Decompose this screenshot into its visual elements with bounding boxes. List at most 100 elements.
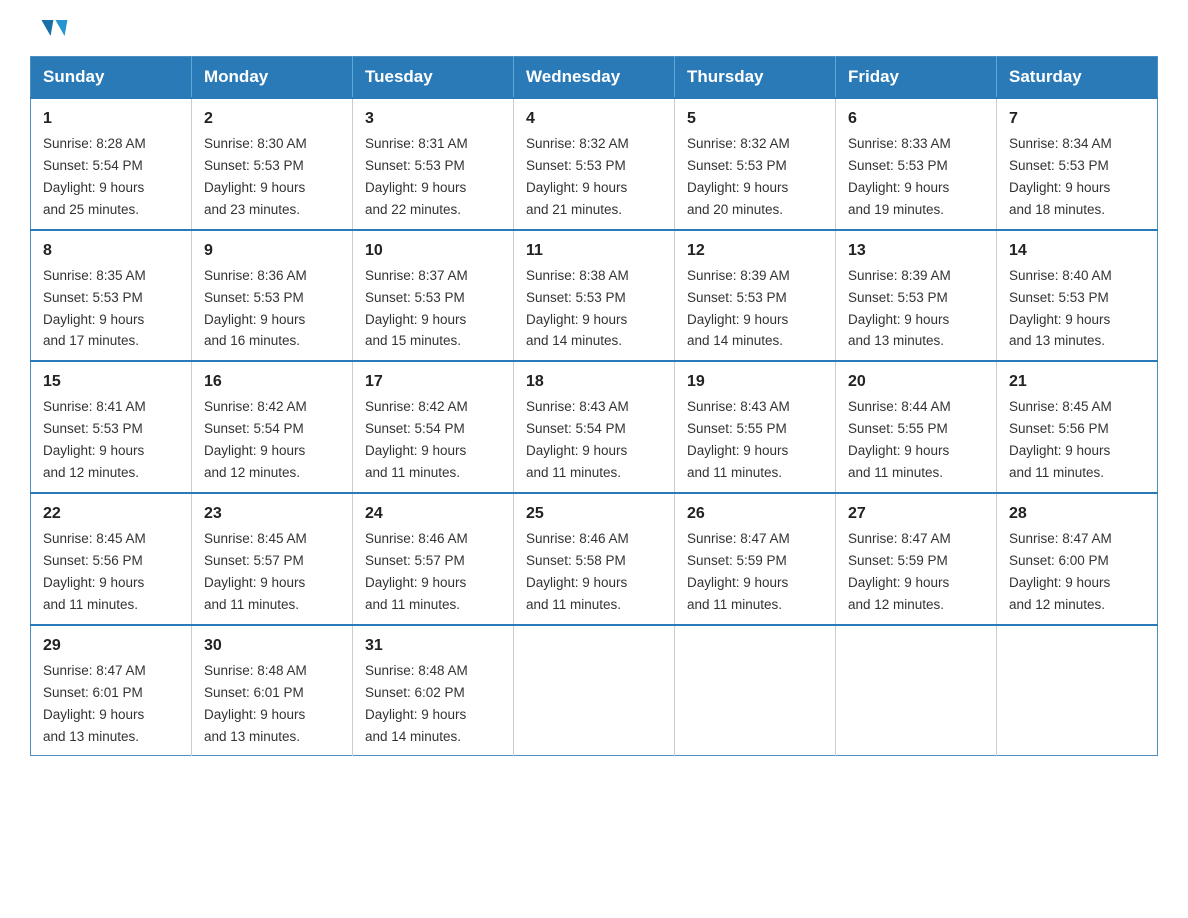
day-cell: 7 Sunrise: 8:34 AMSunset: 5:53 PMDayligh… [997,98,1158,230]
day-number: 22 [43,502,179,526]
day-cell [514,625,675,756]
day-info: Sunrise: 8:38 AMSunset: 5:53 PMDaylight:… [526,268,629,349]
week-row-4: 22 Sunrise: 8:45 AMSunset: 5:56 PMDaylig… [31,493,1158,625]
day-cell: 25 Sunrise: 8:46 AMSunset: 5:58 PMDaylig… [514,493,675,625]
weekday-header-thursday: Thursday [675,57,836,99]
day-cell [675,625,836,756]
day-cell: 12 Sunrise: 8:39 AMSunset: 5:53 PMDaylig… [675,230,836,362]
day-cell: 22 Sunrise: 8:45 AMSunset: 5:56 PMDaylig… [31,493,192,625]
day-cell: 30 Sunrise: 8:48 AMSunset: 6:01 PMDaylig… [192,625,353,756]
day-info: Sunrise: 8:37 AMSunset: 5:53 PMDaylight:… [365,268,468,349]
day-number: 24 [365,502,501,526]
day-info: Sunrise: 8:46 AMSunset: 5:57 PMDaylight:… [365,531,468,612]
day-cell: 8 Sunrise: 8:35 AMSunset: 5:53 PMDayligh… [31,230,192,362]
day-cell: 3 Sunrise: 8:31 AMSunset: 5:53 PMDayligh… [353,98,514,230]
day-info: Sunrise: 8:36 AMSunset: 5:53 PMDaylight:… [204,268,307,349]
day-cell: 26 Sunrise: 8:47 AMSunset: 5:59 PMDaylig… [675,493,836,625]
day-number: 29 [43,634,179,658]
day-cell: 24 Sunrise: 8:46 AMSunset: 5:57 PMDaylig… [353,493,514,625]
day-number: 12 [687,239,823,263]
day-info: Sunrise: 8:44 AMSunset: 5:55 PMDaylight:… [848,399,951,480]
day-info: Sunrise: 8:45 AMSunset: 5:57 PMDaylight:… [204,531,307,612]
day-cell: 29 Sunrise: 8:47 AMSunset: 6:01 PMDaylig… [31,625,192,756]
day-number: 11 [526,239,662,263]
day-number: 31 [365,634,501,658]
calendar-header: SundayMondayTuesdayWednesdayThursdayFrid… [31,57,1158,99]
day-cell: 16 Sunrise: 8:42 AMSunset: 5:54 PMDaylig… [192,361,353,493]
day-info: Sunrise: 8:41 AMSunset: 5:53 PMDaylight:… [43,399,146,480]
day-info: Sunrise: 8:47 AMSunset: 6:01 PMDaylight:… [43,663,146,744]
day-cell: 27 Sunrise: 8:47 AMSunset: 5:59 PMDaylig… [836,493,997,625]
day-cell: 5 Sunrise: 8:32 AMSunset: 5:53 PMDayligh… [675,98,836,230]
weekday-header-sunday: Sunday [31,57,192,99]
day-info: Sunrise: 8:32 AMSunset: 5:53 PMDaylight:… [687,136,790,217]
day-info: Sunrise: 8:32 AMSunset: 5:53 PMDaylight:… [526,136,629,217]
day-cell: 9 Sunrise: 8:36 AMSunset: 5:53 PMDayligh… [192,230,353,362]
logo [30,20,66,36]
day-number: 5 [687,107,823,131]
day-info: Sunrise: 8:31 AMSunset: 5:53 PMDaylight:… [365,136,468,217]
day-cell: 15 Sunrise: 8:41 AMSunset: 5:53 PMDaylig… [31,361,192,493]
day-info: Sunrise: 8:48 AMSunset: 6:02 PMDaylight:… [365,663,468,744]
day-cell: 14 Sunrise: 8:40 AMSunset: 5:53 PMDaylig… [997,230,1158,362]
day-info: Sunrise: 8:45 AMSunset: 5:56 PMDaylight:… [1009,399,1112,480]
day-cell: 2 Sunrise: 8:30 AMSunset: 5:53 PMDayligh… [192,98,353,230]
day-info: Sunrise: 8:47 AMSunset: 6:00 PMDaylight:… [1009,531,1112,612]
day-info: Sunrise: 8:40 AMSunset: 5:53 PMDaylight:… [1009,268,1112,349]
day-cell: 23 Sunrise: 8:45 AMSunset: 5:57 PMDaylig… [192,493,353,625]
day-number: 19 [687,370,823,394]
day-number: 7 [1009,107,1145,131]
day-info: Sunrise: 8:33 AMSunset: 5:53 PMDaylight:… [848,136,951,217]
day-number: 17 [365,370,501,394]
day-info: Sunrise: 8:42 AMSunset: 5:54 PMDaylight:… [365,399,468,480]
day-number: 9 [204,239,340,263]
calendar-body: 1 Sunrise: 8:28 AMSunset: 5:54 PMDayligh… [31,98,1158,756]
week-row-2: 8 Sunrise: 8:35 AMSunset: 5:53 PMDayligh… [31,230,1158,362]
logo-arrow-light [53,20,68,36]
day-number: 23 [204,502,340,526]
day-number: 18 [526,370,662,394]
weekday-header-monday: Monday [192,57,353,99]
weekday-header-friday: Friday [836,57,997,99]
day-number: 21 [1009,370,1145,394]
day-info: Sunrise: 8:47 AMSunset: 5:59 PMDaylight:… [848,531,951,612]
day-number: 16 [204,370,340,394]
day-number: 6 [848,107,984,131]
weekday-header-wednesday: Wednesday [514,57,675,99]
day-cell: 21 Sunrise: 8:45 AMSunset: 5:56 PMDaylig… [997,361,1158,493]
day-number: 10 [365,239,501,263]
weekday-header-saturday: Saturday [997,57,1158,99]
day-cell: 20 Sunrise: 8:44 AMSunset: 5:55 PMDaylig… [836,361,997,493]
day-cell: 11 Sunrise: 8:38 AMSunset: 5:53 PMDaylig… [514,230,675,362]
calendar-table: SundayMondayTuesdayWednesdayThursdayFrid… [30,56,1158,756]
day-number: 28 [1009,502,1145,526]
day-number: 26 [687,502,823,526]
day-info: Sunrise: 8:35 AMSunset: 5:53 PMDaylight:… [43,268,146,349]
week-row-1: 1 Sunrise: 8:28 AMSunset: 5:54 PMDayligh… [31,98,1158,230]
day-info: Sunrise: 8:48 AMSunset: 6:01 PMDaylight:… [204,663,307,744]
day-info: Sunrise: 8:39 AMSunset: 5:53 PMDaylight:… [848,268,951,349]
day-info: Sunrise: 8:47 AMSunset: 5:59 PMDaylight:… [687,531,790,612]
day-info: Sunrise: 8:42 AMSunset: 5:54 PMDaylight:… [204,399,307,480]
week-row-3: 15 Sunrise: 8:41 AMSunset: 5:53 PMDaylig… [31,361,1158,493]
day-info: Sunrise: 8:46 AMSunset: 5:58 PMDaylight:… [526,531,629,612]
logo-blue-text [30,20,66,36]
day-cell: 17 Sunrise: 8:42 AMSunset: 5:54 PMDaylig… [353,361,514,493]
page-header [30,20,1158,36]
day-number: 2 [204,107,340,131]
day-cell: 19 Sunrise: 8:43 AMSunset: 5:55 PMDaylig… [675,361,836,493]
day-cell: 13 Sunrise: 8:39 AMSunset: 5:53 PMDaylig… [836,230,997,362]
day-number: 3 [365,107,501,131]
day-number: 27 [848,502,984,526]
day-number: 20 [848,370,984,394]
day-cell: 18 Sunrise: 8:43 AMSunset: 5:54 PMDaylig… [514,361,675,493]
day-cell [997,625,1158,756]
day-cell: 1 Sunrise: 8:28 AMSunset: 5:54 PMDayligh… [31,98,192,230]
day-number: 25 [526,502,662,526]
day-number: 30 [204,634,340,658]
day-cell: 6 Sunrise: 8:33 AMSunset: 5:53 PMDayligh… [836,98,997,230]
weekday-header-tuesday: Tuesday [353,57,514,99]
day-cell: 31 Sunrise: 8:48 AMSunset: 6:02 PMDaylig… [353,625,514,756]
day-info: Sunrise: 8:34 AMSunset: 5:53 PMDaylight:… [1009,136,1112,217]
day-number: 1 [43,107,179,131]
